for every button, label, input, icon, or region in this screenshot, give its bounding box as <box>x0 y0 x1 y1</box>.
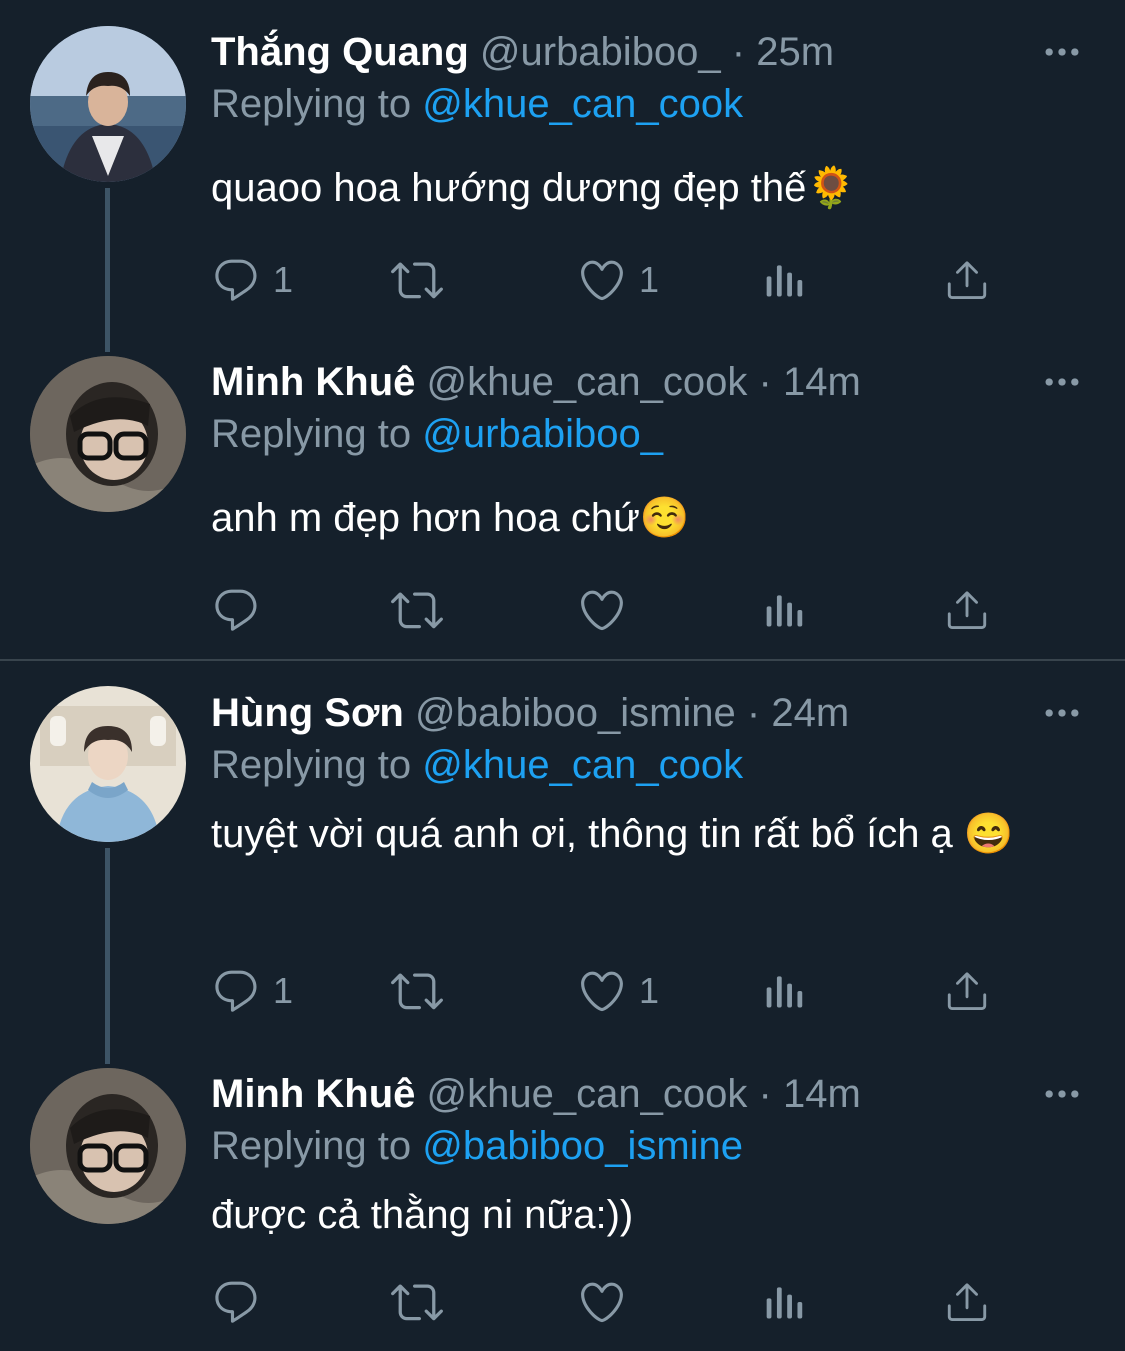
replying-label: Replying to <box>211 743 412 787</box>
mention-link[interactable]: @khue_can_cook <box>422 82 743 126</box>
replying-label: Replying to <box>211 82 412 126</box>
reply-count: 1 <box>273 259 294 300</box>
tweet-header: Minh Khuê @khue_can_cook · 14m <box>211 358 861 406</box>
tweet[interactable]: Minh Khuê @khue_can_cook · 14m Replying … <box>0 1042 1125 1351</box>
like-button[interactable]: 1 <box>577 961 659 1021</box>
tweet-actions: 1 1 <box>211 961 1011 1021</box>
like-button[interactable] <box>577 1272 639 1332</box>
replying-to: Replying to @khue_can_cook <box>211 80 743 128</box>
tweet-text: được cả thằng ni nữa:)) <box>211 1193 634 1237</box>
share-icon <box>944 968 990 1014</box>
analytics-icon <box>763 1280 807 1324</box>
more-icon[interactable] <box>1040 360 1084 404</box>
like-count: 1 <box>639 259 660 300</box>
analytics-button[interactable] <box>763 250 807 310</box>
share-button[interactable] <box>944 1272 990 1332</box>
like-button[interactable]: 1 <box>577 250 659 310</box>
tweet[interactable]: Hùng Sơn @babiboo_ismine · 24m Replying … <box>0 661 1125 1059</box>
user-handle[interactable]: @khue_can_cook <box>427 360 748 404</box>
like-icon <box>577 255 627 305</box>
tweet-header: Thắng Quang @urbabiboo_ · 25m <box>211 28 834 76</box>
retweet-icon <box>391 584 443 636</box>
tweet-text: anh m đẹp hơn hoa chứ☺️ <box>211 496 690 540</box>
avatar[interactable] <box>30 26 186 182</box>
replying-label: Replying to <box>211 412 412 456</box>
replying-to: Replying to @khue_can_cook <box>211 741 743 789</box>
replying-to: Replying to @babiboo_ismine <box>211 1122 743 1170</box>
retweet-button[interactable] <box>391 580 443 640</box>
tweet[interactable]: Minh Khuê @khue_can_cook · 14m Replying … <box>0 330 1125 658</box>
like-icon <box>577 1277 627 1327</box>
retweet-button[interactable] <box>391 961 443 1021</box>
tweet[interactable]: Thắng Quang @urbabiboo_ · 25m Replying t… <box>0 0 1125 330</box>
separator-dot: · <box>731 30 746 74</box>
like-count: 1 <box>639 970 660 1011</box>
separator-dot: · <box>758 1072 772 1116</box>
mention-link[interactable]: @babiboo_ismine <box>422 1124 743 1168</box>
more-icon[interactable] <box>1040 30 1084 74</box>
retweet-icon <box>391 254 443 306</box>
more-icon[interactable] <box>1040 691 1084 735</box>
retweet-icon <box>391 1276 443 1328</box>
replying-to: Replying to @urbabiboo_ <box>211 410 663 458</box>
analytics-icon <box>763 258 807 302</box>
avatar[interactable] <box>30 686 186 842</box>
like-icon <box>577 585 627 635</box>
analytics-icon <box>763 969 807 1013</box>
reply-button[interactable] <box>211 1272 273 1332</box>
avatar[interactable] <box>30 356 186 512</box>
tweet-actions <box>211 1272 1011 1332</box>
more-icon[interactable] <box>1040 1072 1084 1116</box>
share-button[interactable] <box>944 580 990 640</box>
retweet-button[interactable] <box>391 250 443 310</box>
timestamp[interactable]: 25m <box>756 30 834 74</box>
timestamp[interactable]: 14m <box>783 360 861 404</box>
user-handle[interactable]: @urbabiboo_ <box>480 30 721 74</box>
reply-icon <box>211 1277 261 1327</box>
tweet-header: Hùng Sơn @babiboo_ismine · 24m <box>211 689 849 737</box>
reply-button[interactable] <box>211 580 273 640</box>
separator-dot: · <box>746 691 761 735</box>
analytics-button[interactable] <box>763 961 807 1021</box>
analytics-button[interactable] <box>763 1272 807 1332</box>
share-icon <box>944 257 990 303</box>
timestamp[interactable]: 24m <box>771 691 849 735</box>
tweet-actions: 1 1 <box>211 250 1011 310</box>
separator-dot: · <box>758 360 772 404</box>
reply-icon <box>211 966 261 1016</box>
like-icon <box>577 966 627 1016</box>
retweet-icon <box>391 965 443 1017</box>
mention-link[interactable]: @urbabiboo_ <box>422 412 663 456</box>
user-handle[interactable]: @babiboo_ismine <box>415 691 736 735</box>
share-button[interactable] <box>944 961 990 1021</box>
display-name[interactable]: Thắng Quang <box>211 30 469 74</box>
analytics-button[interactable] <box>763 580 807 640</box>
retweet-button[interactable] <box>391 1272 443 1332</box>
replying-label: Replying to <box>211 1124 412 1168</box>
display-name[interactable]: Minh Khuê <box>211 360 415 404</box>
tweet-actions <box>211 580 1011 640</box>
tweet-text: quaoo hoa hướng dương đẹp thế🌻 <box>211 166 857 210</box>
tweet-header: Minh Khuê @khue_can_cook · 14m <box>211 1070 861 1118</box>
timestamp[interactable]: 14m <box>783 1072 861 1116</box>
reply-button[interactable]: 1 <box>211 250 293 310</box>
reply-icon <box>211 585 261 635</box>
share-button[interactable] <box>944 250 990 310</box>
display-name[interactable]: Minh Khuê <box>211 1072 415 1116</box>
user-handle[interactable]: @khue_can_cook <box>427 1072 748 1116</box>
reply-count: 1 <box>273 970 294 1011</box>
share-icon <box>944 587 990 633</box>
share-icon <box>944 1279 990 1325</box>
analytics-icon <box>763 588 807 632</box>
reply-button[interactable]: 1 <box>211 961 293 1021</box>
tweet-text: tuyệt vời quá anh ơi, thông tin rất bổ í… <box>211 812 1014 856</box>
mention-link[interactable]: @khue_can_cook <box>422 743 743 787</box>
avatar[interactable] <box>30 1068 186 1224</box>
like-button[interactable] <box>577 580 639 640</box>
display-name[interactable]: Hùng Sơn <box>211 691 404 735</box>
reply-icon <box>211 255 261 305</box>
